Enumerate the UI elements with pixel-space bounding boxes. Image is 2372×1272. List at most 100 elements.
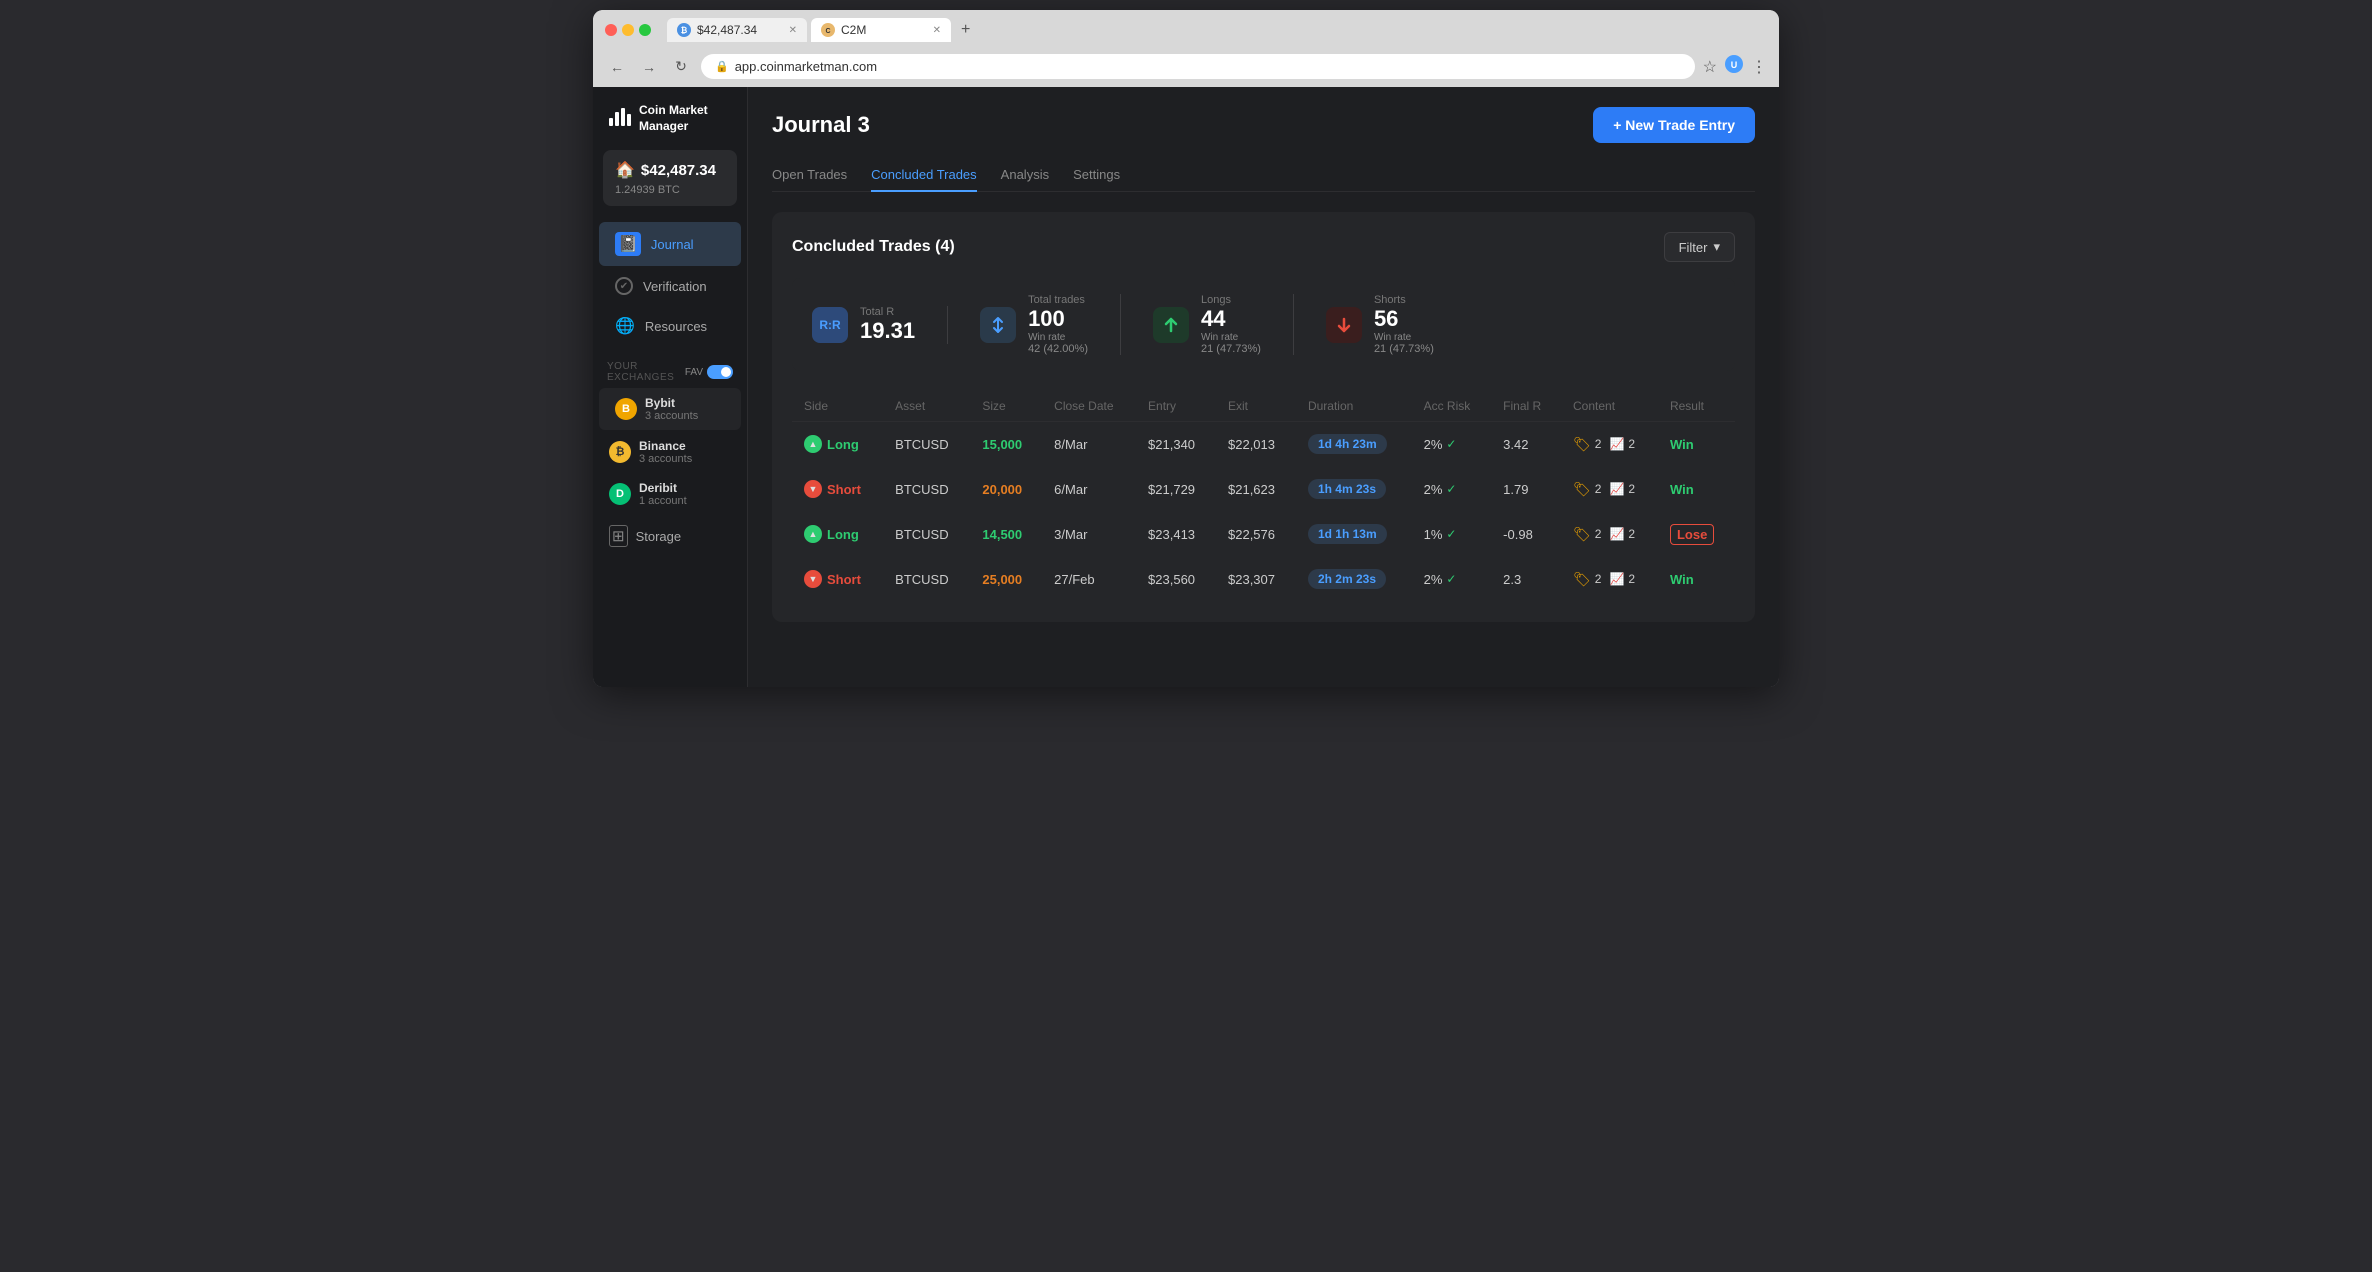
trade-close-date: 3/Mar: [1042, 512, 1136, 557]
chart-icon: 📈: [1609, 482, 1624, 496]
minimize-dot[interactable]: [622, 24, 634, 36]
reload-button[interactable]: ↻: [669, 55, 693, 79]
longs-label: Longs: [1201, 294, 1261, 306]
binance-info: Binance 3 accounts: [639, 439, 692, 465]
tab-open-trades[interactable]: Open Trades: [772, 159, 847, 192]
filter-label: Filter: [1679, 240, 1708, 255]
side-dot-long: ▲: [804, 525, 822, 543]
tab-concluded-trades[interactable]: Concluded Trades: [871, 159, 977, 192]
trade-final-r: 2.3: [1491, 557, 1561, 602]
trade-asset: BTCUSD: [883, 422, 970, 467]
close-dot[interactable]: [605, 24, 617, 36]
side-dot-short: ▼: [804, 480, 822, 498]
deribit-info: Deribit 1 account: [639, 481, 687, 507]
tab-settings[interactable]: Settings: [1073, 159, 1120, 192]
content-chart: 2: [1628, 527, 1635, 541]
tab-btc[interactable]: ₿ $42,487.34 ✕: [667, 18, 807, 42]
result-badge: Win: [1670, 437, 1694, 452]
stat-trades: Total trades 100 Win rate 42 (42.00%): [980, 294, 1121, 355]
logo-text: Coin MarketManager: [639, 103, 708, 134]
profile-button[interactable]: U: [1725, 55, 1743, 78]
fav-toggle[interactable]: FAV: [685, 365, 733, 379]
star-button[interactable]: ☆: [1703, 57, 1717, 77]
sidebar-item-journal[interactable]: 📓 Journal: [599, 222, 741, 266]
menu-button[interactable]: ⋮: [1751, 57, 1767, 77]
tab-c2m-close[interactable]: ✕: [933, 25, 941, 36]
page-title: Journal 3: [772, 112, 870, 138]
trade-duration: 1d 4h 23m: [1296, 422, 1412, 467]
content-chart: 2: [1628, 572, 1635, 586]
table-row[interactable]: ▲ Long BTCUSD 15,000 8/Mar $21,340 $22,0…: [792, 422, 1735, 467]
col-result: Result: [1658, 391, 1735, 422]
trade-acc-risk: 2% ✓: [1412, 467, 1492, 512]
new-tab-button[interactable]: +: [955, 19, 976, 41]
tab-c2m-label: C2M: [841, 23, 866, 37]
duration-badge: 1d 4h 23m: [1308, 434, 1387, 454]
tab-analysis[interactable]: Analysis: [1001, 159, 1049, 192]
trade-duration: 2h 2m 23s: [1296, 557, 1412, 602]
address-bar[interactable]: 🔒 app.coinmarketman.com: [701, 54, 1695, 79]
rr-label: Total R: [860, 306, 915, 318]
side-label: Short: [827, 482, 861, 497]
sidebar-item-verification[interactable]: ✔ Verification: [599, 267, 741, 305]
wallet-card[interactable]: 🏠 $42,487.34 1.24939 BTC: [603, 150, 737, 206]
exchange-bybit[interactable]: B Bybit 3 accounts: [599, 388, 741, 430]
tag-icon: 🏷: [1573, 481, 1591, 498]
sidebar-item-resources[interactable]: 🌐 Resources: [599, 306, 741, 346]
storage-label: Storage: [636, 529, 682, 544]
col-close-date: Close Date: [1042, 391, 1136, 422]
chart-icon: 📈: [1609, 437, 1624, 451]
stat-shorts: Shorts 56 Win rate 21 (47.73%): [1326, 294, 1434, 355]
shorts-winrate-label: Win rate: [1374, 332, 1434, 343]
content-tag: 2: [1595, 572, 1602, 586]
content-tag: 2: [1595, 482, 1602, 496]
bybit-name: Bybit: [645, 396, 698, 410]
stat-longs: Longs 44 Win rate 21 (47.73%): [1153, 294, 1294, 355]
result-badge: Win: [1670, 482, 1694, 497]
maximize-dot[interactable]: [639, 24, 651, 36]
main-header: Journal 3 + New Trade Entry: [772, 107, 1755, 143]
trade-result: Win: [1658, 467, 1735, 512]
chart-icon: 📈: [1609, 572, 1624, 586]
trade-final-r: 1.79: [1491, 467, 1561, 512]
exchange-binance[interactable]: ₿ Binance 3 accounts: [593, 431, 747, 473]
trade-content: 🏷 2 📈 2: [1561, 467, 1658, 512]
forward-button[interactable]: →: [637, 55, 661, 79]
wallet-btc: 1.24939 BTC: [615, 184, 725, 196]
journal-icon: 📓: [615, 232, 641, 256]
table-row[interactable]: ▲ Long BTCUSD 14,500 3/Mar $23,413 $22,5…: [792, 512, 1735, 557]
longs-sub: 21 (47.73%): [1201, 343, 1261, 355]
trade-size: 14,500: [970, 512, 1042, 557]
trade-content: 🏷 2 📈 2: [1561, 557, 1658, 602]
trade-size: 15,000: [970, 422, 1042, 467]
logo: Coin MarketManager: [593, 103, 747, 150]
check-icon: ✓: [1446, 437, 1456, 451]
filter-button[interactable]: Filter ▾: [1664, 232, 1735, 262]
trade-content: 🏷 2 📈 2: [1561, 512, 1658, 557]
trade-entry: $23,413: [1136, 512, 1216, 557]
check-icon: ✓: [1446, 572, 1456, 586]
tab-btc-close[interactable]: ✕: [789, 25, 797, 36]
back-button[interactable]: ←: [605, 55, 629, 79]
table-row[interactable]: ▼ Short BTCUSD 20,000 6/Mar $21,729 $21,…: [792, 467, 1735, 512]
shorts-icon: [1326, 307, 1362, 343]
tag-icon: 🏷: [1573, 436, 1591, 453]
trades-label: Total trades: [1028, 294, 1088, 306]
longs-value: 44: [1201, 306, 1261, 332]
trade-side: ▲ Long: [792, 512, 883, 557]
storage-item[interactable]: ⊞ Storage: [593, 515, 747, 557]
rr-value: 19.31: [860, 318, 915, 344]
table-row[interactable]: ▼ Short BTCUSD 25,000 27/Feb $23,560 $23…: [792, 557, 1735, 602]
bybit-info: Bybit 3 accounts: [645, 396, 698, 422]
new-trade-button[interactable]: + New Trade Entry: [1593, 107, 1755, 143]
fav-toggle-switch[interactable]: [707, 365, 733, 379]
exchange-deribit[interactable]: D Deribit 1 account: [593, 473, 747, 515]
svg-text:U: U: [1731, 60, 1738, 70]
check-icon: ✓: [1446, 527, 1456, 541]
trade-acc-risk: 2% ✓: [1412, 557, 1492, 602]
section-header: Concluded Trades (4) Filter ▾: [792, 232, 1735, 262]
bybit-accounts: 3 accounts: [645, 410, 698, 422]
trades-sub: 42 (42.00%): [1028, 343, 1088, 355]
col-duration: Duration: [1296, 391, 1412, 422]
tab-c2m[interactable]: C C2M ✕: [811, 18, 951, 42]
